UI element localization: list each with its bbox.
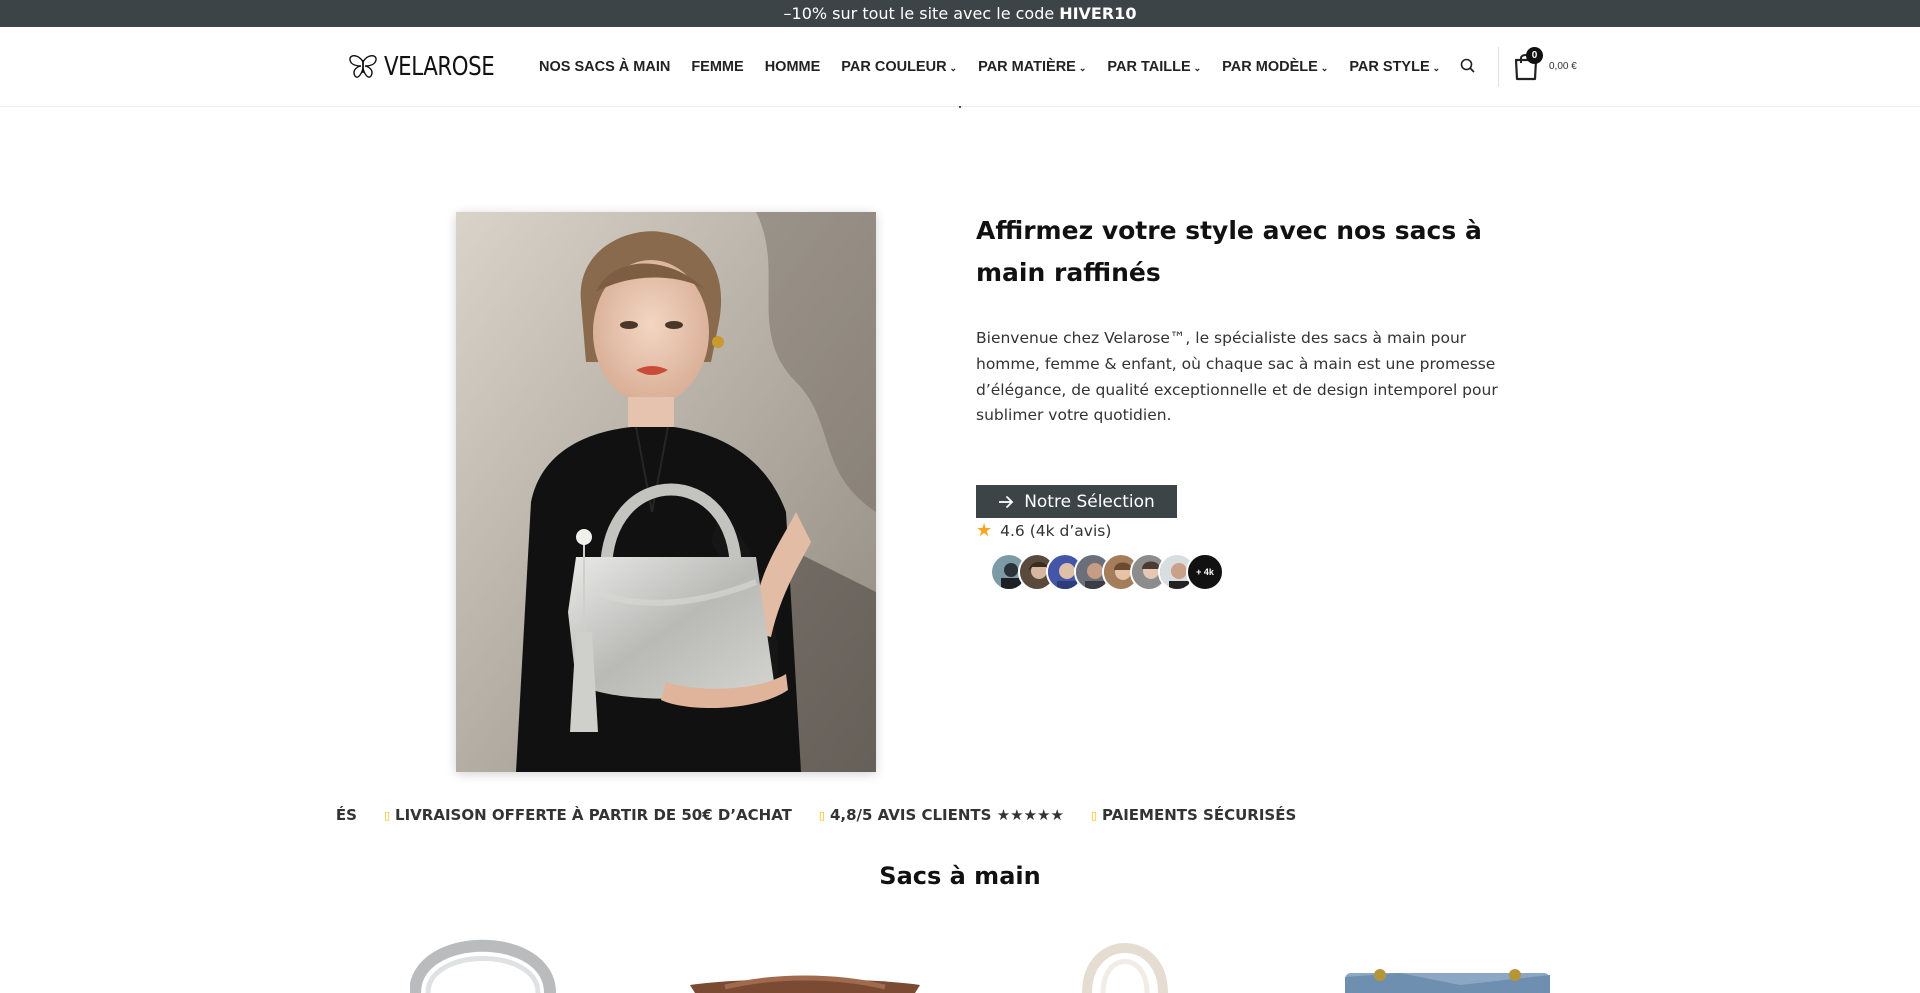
- nav-label: PAR TAILLE: [1107, 59, 1191, 75]
- nav-label: PAR MATIÈRE: [978, 59, 1076, 75]
- nav-item-par-matiere[interactable]: PAR MATIÈRE ⌄: [978, 59, 1086, 75]
- marker-icon: ▯: [818, 808, 825, 822]
- nav-item-homme[interactable]: HOMME: [765, 59, 821, 75]
- arrow-right-icon: [999, 495, 1014, 508]
- rating: ★ 4.6 (4k d’avis): [976, 520, 1111, 541]
- product-card-image[interactable]: [1340, 925, 1555, 993]
- cta-label: Notre Sélection: [1024, 491, 1155, 512]
- rating-text: 4.6 (4k d’avis): [1000, 521, 1112, 540]
- chevron-down-icon: ⌄: [1193, 62, 1202, 73]
- notre-selection-button[interactable]: Notre Sélection: [976, 485, 1177, 518]
- hero-image: [456, 212, 876, 772]
- chevron-down-icon: ⌄: [1432, 62, 1441, 73]
- hero-title: Affirmez votre style avec nos sacs à mai…: [976, 216, 1482, 287]
- marquee-item: ▯ 4,8/5 AVIS CLIENTS ★★★★★: [819, 806, 1064, 824]
- divider-dot: [959, 106, 961, 108]
- chevron-down-icon: ⌄: [1078, 62, 1087, 73]
- logo[interactable]: VELAROSE: [348, 47, 519, 87]
- customer-avatars: + 4k: [990, 553, 1224, 591]
- nav-label: NOS SACS À MAIN: [539, 59, 671, 75]
- marquee-text: RISÉS: [336, 806, 357, 824]
- star-icon: ★: [976, 520, 993, 541]
- nav-item-par-style[interactable]: PAR STYLE ⌄: [1349, 59, 1440, 75]
- section-title: Sacs à main: [879, 862, 1041, 890]
- chevron-down-icon: ⌄: [1320, 62, 1329, 73]
- nav-label: HOMME: [764, 59, 821, 75]
- butterfly-icon: [349, 55, 377, 78]
- cart-count-badge: 0: [1526, 47, 1543, 64]
- marker-icon: ▯: [1090, 808, 1097, 822]
- brand-name: VELAROSE: [384, 52, 495, 82]
- marquee-text: 4,8/5 AVIS CLIENTS ★★★★★: [829, 806, 1064, 824]
- nav-label: PAR COULEUR: [841, 59, 947, 75]
- announcement-text: –10% sur tout le site avec le code: [783, 4, 1055, 23]
- marquee-text: PAIEMENTS SÉCURISÉS: [1102, 806, 1297, 824]
- product-card-image[interactable]: [409, 925, 560, 993]
- main-nav: NOS SACS À MAIN FEMME HOMME PAR COULEUR ⌄…: [539, 27, 1440, 107]
- marquee-text: LIVRAISON OFFERTE À PARTIR DE 50€ D’ACHA…: [395, 806, 792, 824]
- marquee-track: RISÉS ▯ LIVRAISON OFFERTE À PARTIR DE 50€…: [336, 806, 1296, 824]
- product-grid: [0, 925, 1920, 993]
- hero-description: Bienvenue chez Velarose™, le spécialiste…: [976, 329, 1498, 425]
- search-icon[interactable]: [1458, 56, 1478, 76]
- nav-item-par-couleur[interactable]: PAR COULEUR ⌄: [841, 59, 957, 75]
- announcement-bar: –10% sur tout le site avec le code HIVER…: [0, 0, 1920, 27]
- benefits-marquee: RISÉS ▯ LIVRAISON OFFERTE À PARTIR DE 50€…: [336, 806, 1584, 830]
- nav-item-par-taille[interactable]: PAR TAILLE ⌄: [1107, 59, 1201, 75]
- marquee-item: ▯ LIVRAISON OFFERTE À PARTIR DE 50€ D’ACH…: [384, 806, 792, 824]
- marker-icon: ▯: [383, 808, 391, 822]
- nav-item-femme[interactable]: FEMME: [691, 59, 743, 75]
- header-divider: [1498, 47, 1499, 87]
- nav-item-par-modele[interactable]: PAR MODÈLE ⌄: [1222, 59, 1328, 75]
- cart-total[interactable]: 0,00 €: [1549, 61, 1577, 72]
- site-header: VELAROSE NOS SACS À MAIN FEMME HOMME PAR…: [0, 27, 1920, 107]
- nav-label: PAR MODÈLE: [1222, 59, 1318, 75]
- nav-label: FEMME: [691, 59, 744, 75]
- marquee-item: RISÉS: [336, 806, 357, 824]
- avatars-more-badge: + 4k: [1186, 553, 1224, 591]
- marquee-item: ▯ PAIEMENTS SÉCURISÉS: [1091, 806, 1296, 824]
- nav-label: PAR STYLE: [1349, 59, 1430, 75]
- product-card-image[interactable]: [685, 925, 925, 993]
- product-card-image[interactable]: [1075, 925, 1175, 993]
- nav-item-nos-sacs[interactable]: NOS SACS À MAIN: [539, 59, 670, 75]
- chevron-down-icon: ⌄: [949, 62, 958, 73]
- announcement-code: HIVER10: [1059, 4, 1137, 23]
